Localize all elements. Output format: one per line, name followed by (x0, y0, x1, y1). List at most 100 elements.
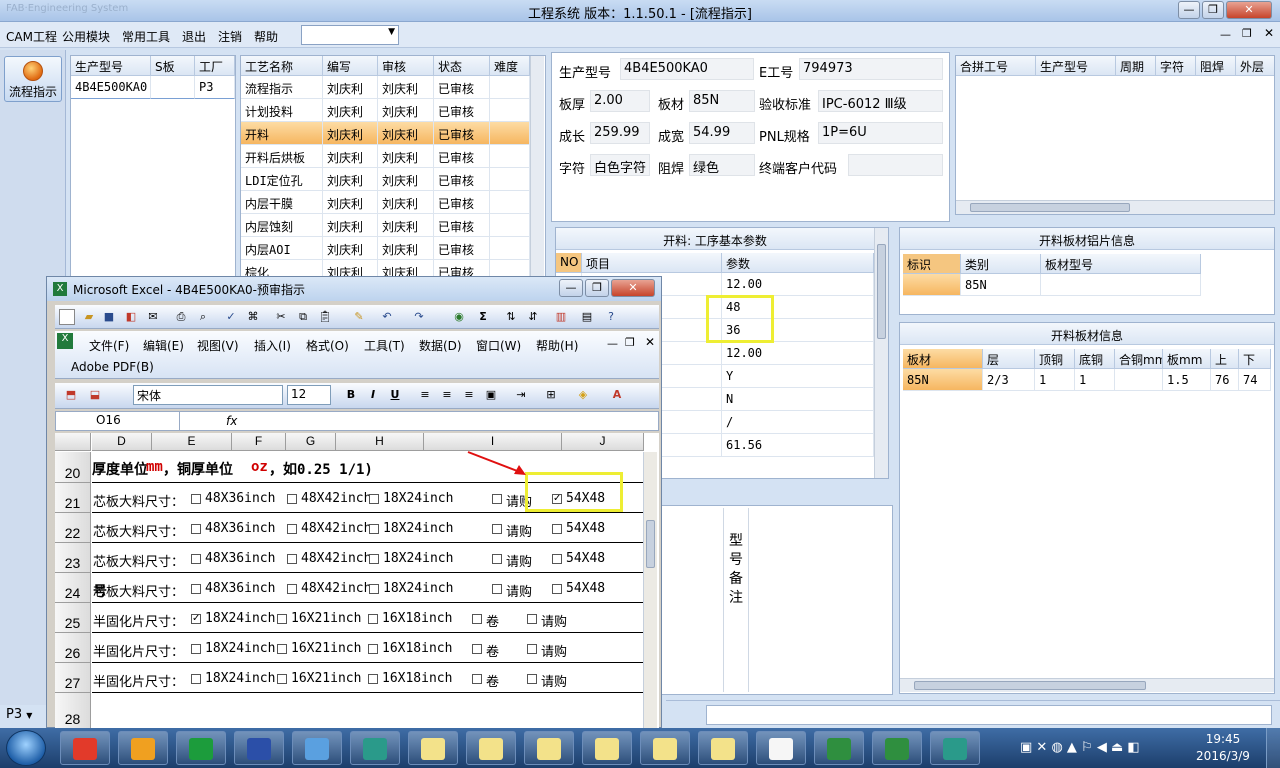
table-cell[interactable]: 刘庆利 (323, 76, 378, 99)
col-header[interactable]: 生产型号 (1036, 56, 1116, 76)
table-cell[interactable] (490, 191, 530, 214)
standard-field[interactable]: IPC-6012 Ⅲ级 (818, 90, 943, 112)
table-cell[interactable]: 2/3 (983, 369, 1035, 391)
table-cell[interactable] (490, 214, 530, 237)
menu-file[interactable]: 文件(F) (89, 337, 129, 354)
e-number-field[interactable]: 794973 (799, 58, 943, 80)
table-cell[interactable]: 已审核 (434, 237, 490, 260)
menu-logout[interactable]: 注销 (218, 28, 242, 45)
checkbox[interactable] (527, 644, 537, 654)
table-cell[interactable]: 4B4E500KA0 (71, 76, 151, 99)
column-header[interactable]: E (152, 433, 232, 451)
table-cell[interactable]: 刘庆利 (323, 99, 378, 122)
table-cell[interactable] (151, 76, 195, 99)
checkbox[interactable] (492, 554, 502, 564)
col-header[interactable]: 顶铜 (1035, 349, 1075, 369)
excel-minimize-button[interactable]: — (559, 279, 583, 297)
thickness-field[interactable]: 2.00 (590, 90, 650, 112)
table-cell[interactable] (1041, 274, 1201, 296)
fill-color-icon[interactable]: ◈ (575, 387, 591, 403)
taskbar-button[interactable] (930, 731, 980, 765)
factory-combo[interactable]: P3 ▼ (0, 705, 48, 725)
taskbar-button[interactable] (698, 731, 748, 765)
table-cell[interactable]: P3 (195, 76, 235, 99)
pdf-email-icon[interactable]: ⬓ (87, 387, 103, 403)
menu-adobe-pdf[interactable]: Adobe PDF(B) (71, 360, 154, 374)
checkbox[interactable] (287, 524, 297, 534)
row-header[interactable]: 25 (55, 603, 91, 633)
checkbox[interactable] (527, 674, 537, 684)
col-header[interactable]: S板 (151, 56, 195, 76)
col-header[interactable]: 难度 (490, 56, 530, 76)
checkbox[interactable] (191, 494, 201, 504)
table-cell[interactable]: 刘庆利 (323, 237, 378, 260)
email-icon[interactable]: ✉ (145, 309, 161, 325)
customer-code-field[interactable] (848, 154, 943, 176)
menu-help[interactable]: 帮助(H) (536, 337, 578, 354)
restore-button[interactable]: ❐ (1202, 1, 1224, 19)
align-right-icon[interactable]: ≡ (461, 387, 477, 403)
taskbar-button[interactable] (582, 731, 632, 765)
table-cell[interactable] (490, 145, 530, 168)
col-header[interactable]: 下 (1239, 349, 1271, 369)
table-cell[interactable]: 1.5 (1163, 369, 1211, 391)
new-icon[interactable] (59, 309, 75, 325)
row-header[interactable]: 20 (55, 452, 91, 483)
length-field[interactable]: 259.99 (590, 122, 650, 144)
table-cell[interactable]: 刘庆利 (378, 168, 434, 191)
table-cell[interactable]: 已审核 (434, 145, 490, 168)
table-cell[interactable]: 刘庆利 (378, 99, 434, 122)
checkbox[interactable] (472, 644, 482, 654)
table-cell[interactable]: 85N (903, 369, 983, 391)
col-header[interactable]: NO (556, 253, 582, 273)
cut-icon[interactable]: ✂ (273, 309, 289, 325)
table-cell[interactable]: 刘庆利 (378, 122, 434, 145)
name-box[interactable]: O16 (56, 412, 180, 430)
taskbar-button[interactable] (872, 731, 922, 765)
checkbox[interactable] (287, 554, 297, 564)
table-cell[interactable]: LDI定位孔 (241, 168, 323, 191)
checkbox[interactable] (191, 584, 201, 594)
table-cell[interactable] (490, 122, 530, 145)
table-cell[interactable] (490, 168, 530, 191)
col-header[interactable]: 编写 (323, 56, 378, 76)
checkbox[interactable] (492, 494, 502, 504)
checkbox[interactable] (277, 614, 287, 624)
table-cell[interactable] (490, 99, 530, 122)
col-header[interactable]: 参数 (722, 253, 874, 273)
row-header[interactable]: 28 (55, 693, 91, 729)
checkbox[interactable] (287, 494, 297, 504)
table-cell[interactable] (1115, 369, 1163, 391)
table-cell[interactable] (490, 237, 530, 260)
col-header[interactable]: 生产型号 (71, 56, 151, 76)
table-cell[interactable]: 已审核 (434, 76, 490, 99)
menu-data[interactable]: 数据(D) (419, 337, 462, 354)
menu-common-modules[interactable]: 公用模块 (62, 28, 110, 45)
menu-edit[interactable]: 编辑(E) (143, 337, 184, 354)
save-icon[interactable]: ■ (101, 309, 117, 325)
checkbox[interactable] (368, 644, 378, 654)
checkbox[interactable] (191, 644, 201, 654)
table-cell[interactable]: 12.00 (722, 273, 874, 296)
font-size-combo[interactable]: 12 (287, 385, 331, 405)
table-cell[interactable]: 计划投料 (241, 99, 323, 122)
table-cell[interactable]: 已审核 (434, 99, 490, 122)
help-icon[interactable]: ? (603, 309, 619, 325)
excel-restore-button[interactable]: ❐ (585, 279, 609, 297)
col-header[interactable]: 类别 (961, 254, 1041, 274)
bold-icon[interactable]: B (343, 387, 359, 403)
mdi-close-icon[interactable]: ✕ (1264, 26, 1274, 40)
underline-icon[interactable]: U (387, 387, 403, 403)
column-header[interactable]: H (336, 433, 424, 451)
clock-date[interactable]: 2016/3/9 (1190, 749, 1256, 763)
taskbar-button[interactable] (292, 731, 342, 765)
table-cell[interactable]: 74 (1239, 369, 1271, 391)
checkbox[interactable] (472, 614, 482, 624)
checkbox[interactable] (368, 674, 378, 684)
table-cell[interactable]: 开料后烘板 (241, 145, 323, 168)
table-cell[interactable]: 刘庆利 (323, 191, 378, 214)
open-icon[interactable]: ▰ (81, 309, 97, 325)
font-color-icon[interactable]: A (609, 387, 625, 403)
table-cell[interactable]: 76 (1211, 369, 1239, 391)
pnl-field[interactable]: 1P=6U (818, 122, 943, 144)
